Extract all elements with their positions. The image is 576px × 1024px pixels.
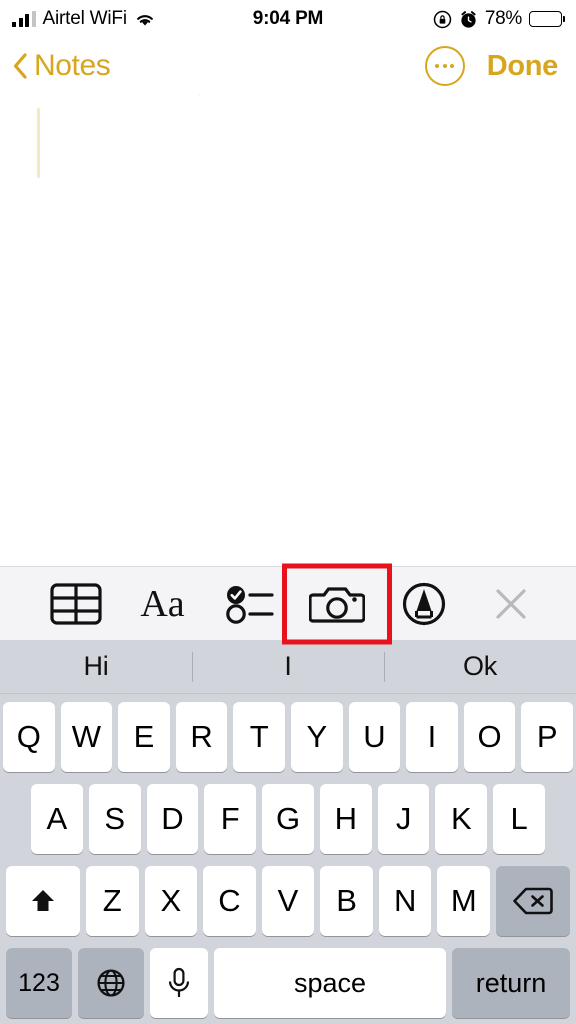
backspace-icon — [513, 887, 553, 915]
format-button[interactable]: Aa — [119, 567, 206, 640]
navigation-bar: Notes Done — [0, 38, 576, 94]
numbers-key[interactable]: 123 — [6, 948, 72, 1018]
key-l[interactable]: L — [493, 784, 546, 854]
delete-key[interactable] — [496, 866, 571, 936]
markup-button[interactable] — [380, 567, 467, 640]
key-f[interactable]: F — [204, 784, 257, 854]
key-m[interactable]: M — [437, 866, 491, 936]
ellipsis-circle-icon[interactable] — [424, 46, 465, 86]
table-icon — [49, 582, 102, 625]
chevron-left-icon — [12, 52, 28, 80]
key-b[interactable]: B — [320, 866, 373, 936]
microphone-icon — [166, 967, 192, 999]
back-to-notes-button[interactable]: Notes — [12, 49, 111, 83]
key-z[interactable]: Z — [85, 866, 139, 936]
key-t[interactable]: T — [233, 702, 285, 772]
key-q[interactable]: Q — [3, 702, 55, 772]
signal-bars-icon — [12, 11, 36, 27]
markup-pen-icon — [402, 582, 446, 626]
key-r[interactable]: R — [175, 702, 228, 772]
note-editor-area[interactable]: 16 September 2023 at 9:04 PM — [0, 94, 576, 566]
checklist-button[interactable] — [206, 567, 293, 640]
battery-percent-label: 78% — [484, 8, 522, 29]
notes-format-toolbar: Aa — [0, 566, 576, 640]
close-keyboard-button[interactable] — [467, 567, 554, 640]
key-p[interactable]: P — [521, 702, 573, 772]
key-s[interactable]: S — [88, 784, 141, 854]
done-button[interactable]: Done — [487, 50, 559, 83]
notes-app-screen: Airtel WiFi 9:04 PM 78% Notes Done Aa Hi… — [0, 0, 576, 1024]
camera-button[interactable] — [293, 567, 380, 640]
key-h[interactable]: H — [319, 784, 372, 854]
status-bar-left: Airtel WiFi — [12, 8, 156, 30]
key-e[interactable]: E — [118, 702, 170, 772]
key-x[interactable]: X — [144, 866, 198, 936]
wifi-icon — [134, 11, 156, 28]
keyboard-row-2: A S D F G H J K L — [3, 784, 573, 854]
key-k[interactable]: K — [435, 784, 488, 854]
camera-icon — [308, 582, 365, 626]
shift-key[interactable] — [5, 866, 80, 936]
navigation-bar-right: Done — [424, 46, 559, 86]
key-j[interactable]: J — [377, 784, 430, 854]
carrier-label: Airtel WiFi — [42, 8, 128, 29]
status-bar: Airtel WiFi 9:04 PM 78% — [0, 0, 576, 38]
table-button[interactable] — [32, 567, 119, 640]
keyboard-rows: Q W E R T Y U I O P A S D F G H J K L Z … — [0, 694, 576, 1024]
note-date-label: 16 September 2023 at 9:04 PM — [0, 94, 576, 98]
prediction-1[interactable]: I — [192, 651, 384, 682]
key-d[interactable]: D — [146, 784, 199, 854]
checklist-icon — [225, 583, 275, 625]
prediction-0[interactable]: Hi — [0, 651, 192, 682]
close-icon — [493, 586, 529, 622]
status-bar-right: 78% — [433, 8, 565, 30]
key-v[interactable]: V — [261, 866, 315, 936]
software-keyboard: Hi I Ok Q W E R T Y U I O P A S D F G H … — [0, 640, 576, 1024]
keyboard-row-1: Q W E R T Y U I O P — [3, 702, 573, 772]
globe-key[interactable] — [78, 948, 144, 1018]
key-w[interactable]: W — [60, 702, 113, 772]
key-a[interactable]: A — [30, 784, 83, 854]
alarm-clock-icon — [459, 10, 478, 29]
space-key[interactable]: space — [214, 948, 446, 1018]
format-aa-icon: Aa — [140, 582, 185, 625]
key-n[interactable]: N — [378, 866, 432, 936]
predictive-text-bar: Hi I Ok — [0, 640, 576, 694]
dictation-key[interactable] — [150, 948, 208, 1018]
shift-arrow-icon — [28, 886, 58, 916]
return-key[interactable]: return — [452, 948, 570, 1018]
globe-icon — [96, 968, 126, 998]
text-cursor — [37, 108, 40, 178]
key-g[interactable]: G — [262, 784, 314, 854]
prediction-2[interactable]: Ok — [384, 651, 576, 682]
keyboard-row-4: 123 space return — [3, 948, 573, 1018]
rotation-lock-icon — [433, 10, 452, 29]
key-c[interactable]: C — [203, 866, 256, 936]
key-i[interactable]: I — [406, 702, 458, 772]
key-u[interactable]: U — [348, 702, 401, 772]
back-button-label: Notes — [34, 49, 111, 82]
key-o[interactable]: O — [463, 702, 516, 772]
battery-full-icon — [529, 11, 565, 27]
key-y[interactable]: Y — [291, 702, 343, 772]
keyboard-row-3: Z X C V B N M — [3, 866, 573, 936]
